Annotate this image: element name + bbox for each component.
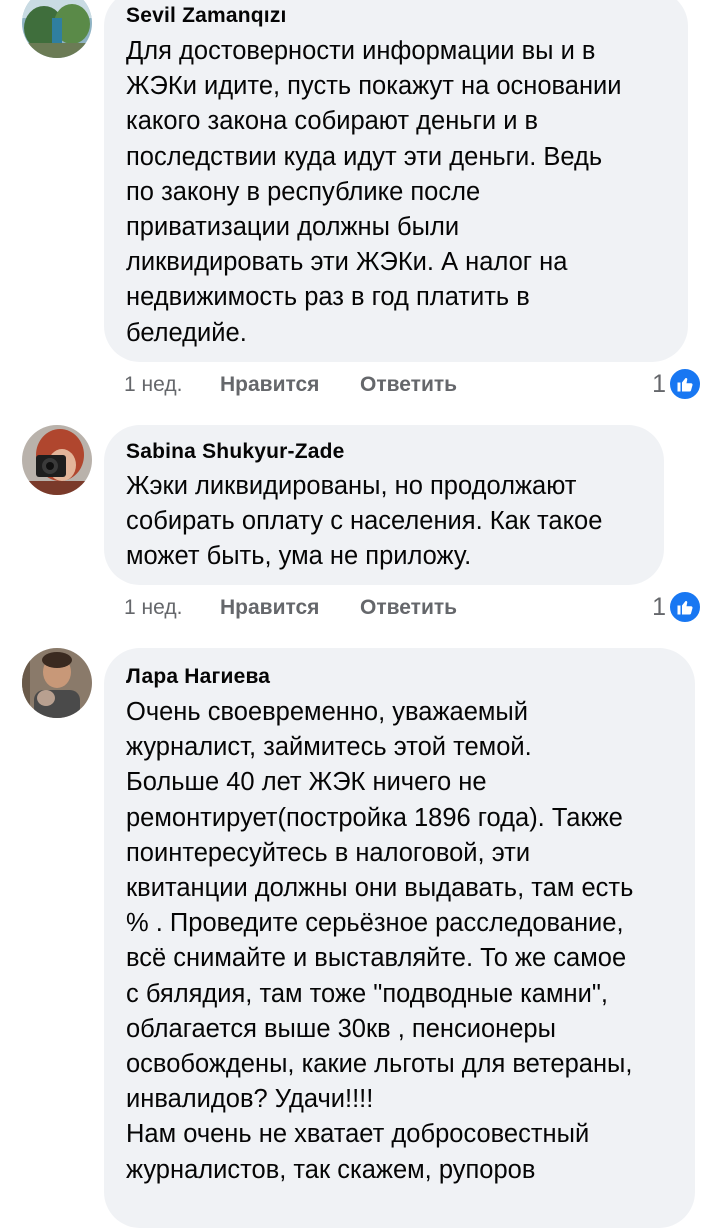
comment-author[interactable]: Лара Нагиева — [126, 664, 673, 690]
avatar[interactable] — [22, 648, 92, 718]
comment: Лара Нагиева Очень своевременно, уважаем… — [0, 0, 716, 1228]
comment-text: Очень своевременно, уважаемый журналист,… — [126, 698, 634, 1184]
comment-bubble: Лара Нагиева Очень своевременно, уважаем… — [104, 648, 695, 1228]
